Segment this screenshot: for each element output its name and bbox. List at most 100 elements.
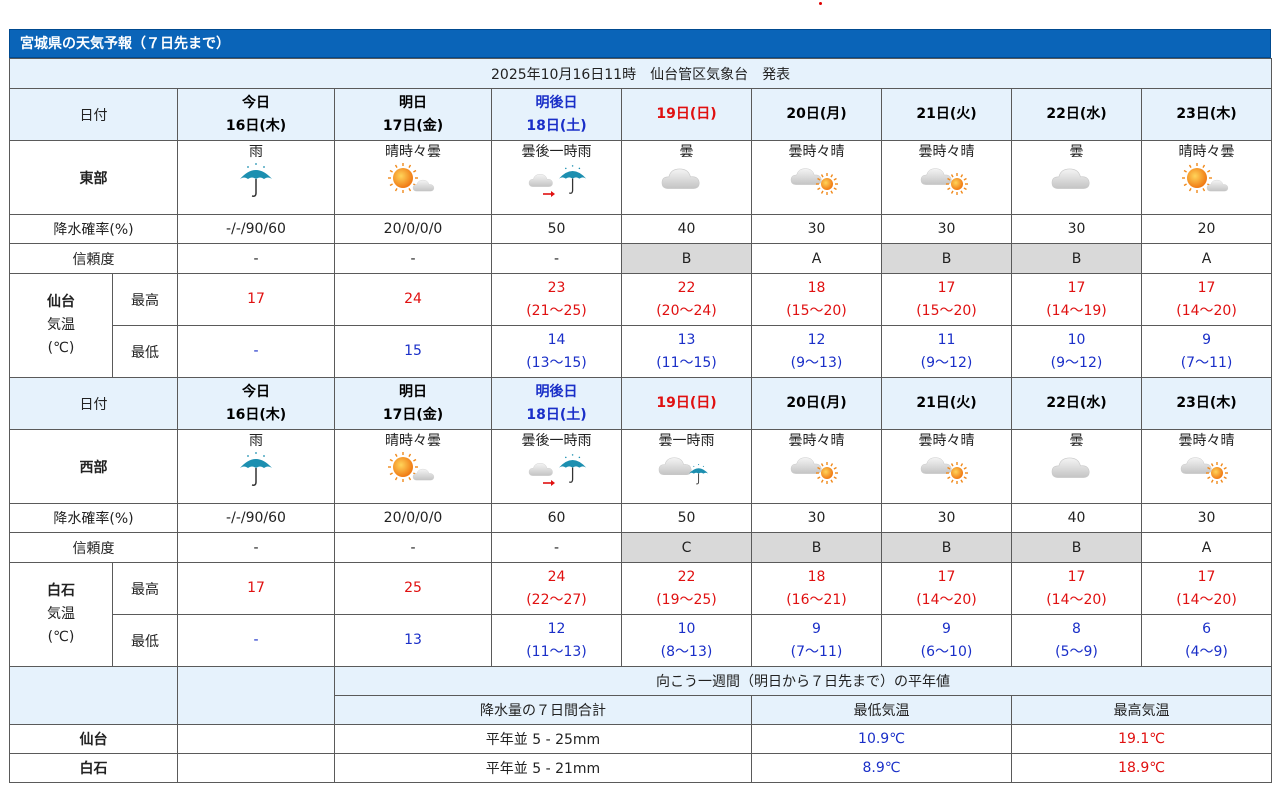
min-temp: 13: [677, 331, 696, 348]
max-temp-cell: 17 (15〜20): [881, 273, 1012, 326]
day-header: 22日(水): [1011, 377, 1142, 430]
weather-text: 晴時々曇: [385, 433, 441, 449]
min-temp: -: [253, 343, 259, 359]
max-temp: 22: [677, 279, 696, 296]
day-label-1: 今日: [242, 94, 270, 111]
max-temp-cell: 17 (14〜20): [881, 562, 1012, 615]
max-temp-range: (20〜24): [656, 302, 717, 319]
region-name: 西部: [9, 429, 178, 504]
pop-value: 40: [621, 214, 752, 244]
date-label: 日付: [9, 88, 178, 141]
cloud-rain-icon: [658, 457, 708, 485]
day-header: 明後日 18日(土): [491, 88, 622, 141]
day-label-2: 18日(土): [526, 117, 587, 134]
pop-label: 降水確率(%): [9, 214, 178, 244]
day-header: 21日(火): [881, 88, 1012, 141]
pop-value: 20: [1140, 214, 1273, 244]
day-label-1: 22日(水): [1046, 106, 1107, 122]
weather-cell: 晴時々曇: [1140, 140, 1273, 215]
min-temp-cell: -: [177, 614, 335, 667]
weather-text: 曇時々晴: [788, 433, 845, 449]
cloud-sun-icon: [920, 457, 968, 484]
weather-text: 曇一時雨: [658, 433, 715, 449]
min-temp: 6: [1202, 620, 1211, 637]
pop-value: 20/0/0/0: [334, 503, 492, 533]
max-temp-range: (14〜20): [1176, 302, 1237, 319]
weather-cell: 曇後一時雨: [491, 429, 622, 504]
normals-max-temp: 19.1℃: [1010, 724, 1273, 754]
weather-text: 晴時々曇: [385, 144, 441, 160]
day-label-1: 明日: [399, 94, 427, 111]
day-label-2: 16日(木): [225, 117, 287, 134]
day-label-1: 23日(木): [1176, 106, 1237, 122]
pop-value: 30: [881, 214, 1012, 244]
reliability-value: A: [1140, 243, 1273, 274]
reliability-value: C: [621, 532, 752, 563]
weather-text: 曇時々晴: [918, 144, 975, 160]
min-temp-cell: 13: [334, 614, 492, 667]
pop-value: 30: [751, 214, 882, 244]
min-temp: -: [253, 632, 259, 648]
day-header: 今日 16日(木): [177, 88, 335, 141]
min-temp: 9: [1202, 331, 1211, 348]
weather-cell: 曇後一時雨: [491, 140, 622, 215]
temp-city-cell: 白石 気温 (℃): [9, 562, 113, 667]
min-temp: 13: [404, 632, 422, 648]
min-temp: 15: [404, 343, 422, 359]
max-temp-cell: 22 (20〜24): [621, 273, 752, 326]
cloud-sun-icon: [790, 457, 838, 484]
min-temp-range: (9〜12): [1050, 354, 1103, 371]
weather-text: 曇: [679, 144, 694, 160]
min-temp-cell: -: [177, 325, 335, 378]
min-temp-cell: 8 (5〜9): [1011, 614, 1142, 667]
weather-cell: 雨: [177, 429, 335, 504]
max-temp-range: (14〜20): [1176, 591, 1237, 608]
pop-value: 30: [1140, 503, 1273, 533]
min-temp: 12: [807, 331, 826, 348]
forecast-panel: 宮城県の天気予報（７日先まで） 2025年10月16日11時 仙台管区気象台 発…: [8, 29, 1273, 783]
reliability-value: -: [177, 243, 335, 274]
reliability-value: B: [751, 532, 882, 563]
weather-cell: 曇: [1011, 429, 1142, 504]
pop-value: 40: [1011, 503, 1142, 533]
day-label-1: 19日(日): [656, 395, 717, 411]
normals-city: 仙台: [9, 724, 178, 754]
max-temp-cell: 17: [177, 273, 335, 326]
red-dot-marker: [819, 2, 822, 5]
max-temp-range: (21〜25): [526, 302, 587, 319]
min-temp-cell: 9 (6〜10): [881, 614, 1012, 667]
max-label: 最高: [112, 273, 178, 326]
min-temp-cell: 9 (7〜11): [751, 614, 882, 667]
min-temp-range: (9〜12): [920, 354, 973, 371]
weather-cell: 曇: [1011, 140, 1142, 215]
min-temp-cell: 11 (9〜12): [881, 325, 1012, 378]
weather-cell: 晴時々曇: [334, 429, 492, 504]
min-temp-range: (13〜15): [526, 354, 587, 371]
min-temp-range: (9〜13): [790, 354, 843, 371]
normals-min-temp: 8.9℃: [751, 753, 1012, 783]
reliability-value: A: [1140, 532, 1273, 563]
min-temp-range: (5〜9): [1055, 643, 1098, 660]
weather-cell: 曇時々晴: [1140, 429, 1273, 504]
min-temp: 11: [937, 331, 956, 348]
rain-umbrella-icon: [240, 163, 272, 197]
pop-value: 50: [621, 503, 752, 533]
reliability-label: 信頼度: [9, 532, 178, 563]
reliability-value: -: [491, 532, 622, 563]
max-temp-cell: 17 (14〜20): [1140, 273, 1273, 326]
min-label: 最低: [112, 614, 178, 667]
max-temp-range: (22〜27): [526, 591, 587, 608]
weather-text: 曇後一時雨: [521, 144, 592, 160]
normals-col-min: 最低気温: [751, 695, 1012, 725]
max-temp-range: (19〜25): [656, 591, 717, 608]
cloud-sun-icon: [790, 168, 838, 195]
cloud-sun-icon: [920, 168, 968, 195]
max-temp-cell: 24 (22〜27): [491, 562, 622, 615]
sun-cloud-icon: [388, 163, 435, 193]
sun-cloud-icon: [1181, 163, 1228, 193]
max-temp-cell: 18 (16〜21): [751, 562, 882, 615]
max-temp-range: (15〜20): [786, 302, 847, 319]
day-label-2: 16日(木): [225, 406, 287, 423]
weather-text: 雨: [249, 433, 263, 449]
day-header: 明日 17日(金): [334, 377, 492, 430]
